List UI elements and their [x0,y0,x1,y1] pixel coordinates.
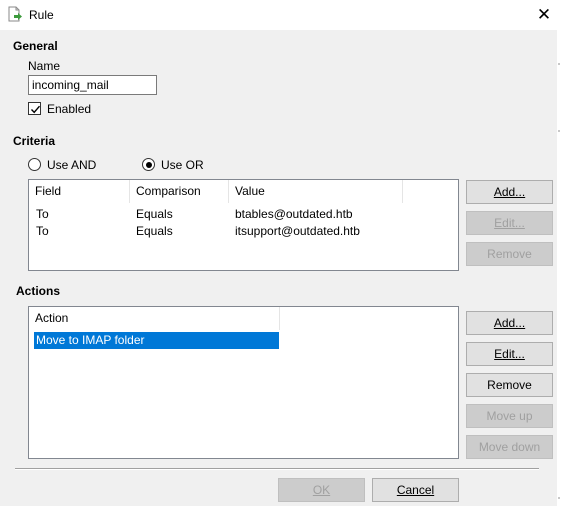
cell-comparison: Equals [136,207,173,221]
criteria-list[interactable]: Field Comparison Value To Equals btables… [28,179,459,271]
use-and-radio[interactable] [28,158,41,171]
criteria-remove-button[interactable]: Remove [466,242,553,266]
checkmark-icon [30,105,41,114]
criteria-add-button[interactable]: Add... [466,180,553,204]
edge-mark [558,497,560,499]
criteria-heading: Criteria [13,134,56,148]
column-header-field[interactable]: Field [29,180,130,203]
background-window-edge [557,30,561,506]
cell-comparison: Equals [136,224,173,238]
radio-selected-dot [145,161,152,168]
criteria-edit-button[interactable]: Edit... [466,211,553,235]
column-header-value[interactable]: Value [229,180,403,203]
use-or-label: Use OR [161,158,204,172]
edge-mark [558,130,560,132]
cell-value: btables@outdated.htb [235,207,353,221]
use-or-radio[interactable] [142,158,155,171]
name-label: Name [28,59,61,73]
edge-mark [558,63,560,65]
move-up-button[interactable]: Move up [466,404,553,428]
cell-field: To [36,224,49,238]
actions-remove-button[interactable]: Remove [466,373,553,397]
move-down-button[interactable]: Move down [466,435,553,459]
cell-value: itsupport@outdated.htb [235,224,360,238]
actions-edit-button[interactable]: Edit... [466,342,553,366]
column-header-comparison[interactable]: Comparison [130,180,229,203]
enabled-checkbox[interactable] [28,102,41,115]
close-icon: ✕ [536,5,552,24]
use-and-label: Use AND [47,158,97,172]
general-heading: General [13,39,58,53]
list-item-selected[interactable]: Move to IMAP folder [34,332,279,349]
window-title: Rule [29,8,54,22]
rule-document-icon [7,6,23,22]
cell-field: To [36,207,49,221]
actions-heading: Actions [16,284,61,298]
cancel-button[interactable]: Cancel [372,478,459,502]
column-header-action[interactable]: Action [29,307,280,330]
title-bar: Rule ✕ [0,0,561,30]
close-button[interactable]: ✕ [527,0,561,30]
name-input[interactable] [28,75,157,95]
enabled-label: Enabled [47,102,92,116]
ok-button[interactable]: OK [278,478,365,502]
footer-separator [15,468,539,470]
actions-add-button[interactable]: Add... [466,311,553,335]
actions-list[interactable]: Action Move to IMAP folder [28,306,459,459]
